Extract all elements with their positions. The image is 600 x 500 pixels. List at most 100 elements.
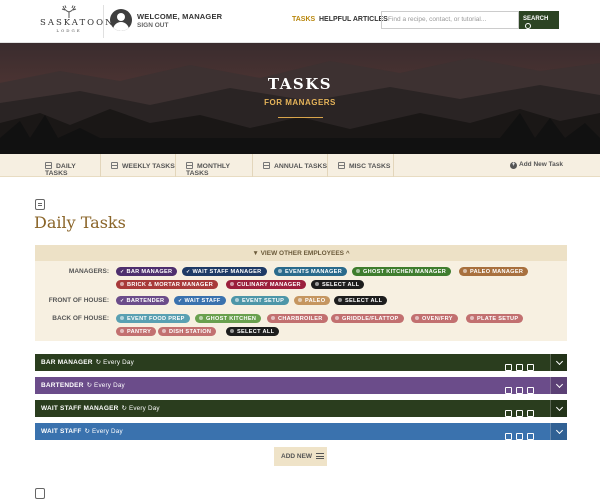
dot-icon: [230, 328, 234, 333]
edit-icon[interactable]: [527, 410, 534, 417]
tag-event-setup[interactable]: EVENT SETUP: [231, 296, 290, 305]
open-icon[interactable]: [505, 387, 512, 394]
tag-label: EVENT SETUP: [242, 297, 285, 304]
tag-label: CHARBROILER: [278, 315, 323, 322]
tag-label: WAIT STAFF: [184, 297, 221, 304]
print-icon[interactable]: [516, 387, 523, 394]
filter-toggle-label: VIEW OTHER EMPLOYEES: [260, 250, 345, 257]
hero-subtitle: FOR MANAGERS: [264, 98, 336, 107]
dot-icon: [278, 268, 282, 273]
tag-wait-staff-manager[interactable]: ✓ WAIT STAFF MANAGER: [182, 267, 267, 276]
filter-icon: ▼: [252, 250, 259, 257]
tag-griddle-flattop[interactable]: GRIDDLE/FLATTOP: [331, 314, 404, 323]
print-icon[interactable]: [516, 410, 523, 417]
tag-bar-manager[interactable]: ✓ BAR MANAGER: [116, 267, 178, 276]
print-icon[interactable]: [516, 433, 523, 440]
task-group-frequency: ↻ Every Day: [121, 405, 160, 412]
tag-ghost-kitchen[interactable]: GHOST KITCHEN: [195, 314, 262, 323]
sign-out-link[interactable]: SIGN OUT: [137, 22, 168, 29]
tag-brick-mortar-manager[interactable]: BRICK & MORTAR MANAGER: [116, 280, 219, 289]
task-group-title: BARTENDER ↻ Every Day: [41, 382, 125, 389]
hero-divider: [278, 117, 323, 118]
task-actions: [505, 427, 538, 445]
tag-ghost-kitchen-manager[interactable]: GHOST KITCHEN MANAGER: [352, 267, 452, 276]
dot-icon: [470, 315, 474, 320]
dot-icon: [120, 328, 124, 333]
tag-event-food-prep[interactable]: EVENT FOOD PREP: [116, 314, 190, 323]
tab-misc[interactable]: MISC TASKS: [328, 154, 394, 177]
tag-select-all-back[interactable]: SELECT ALL: [226, 327, 280, 336]
tab-monthly[interactable]: MONTHLY TASKS: [176, 154, 253, 177]
add-new-button[interactable]: ADD NEW: [274, 447, 327, 466]
tab-annual[interactable]: ANNUAL TASKS: [253, 154, 328, 177]
tag-select-all-front[interactable]: SELECT ALL: [334, 296, 388, 305]
task-group-title: BAR MANAGER ↻ Every Day: [41, 359, 134, 366]
tab-label: WEEKLY TASKS: [122, 163, 175, 170]
front-of-house-label: FRONT OF HOUSE:: [48, 297, 109, 304]
dot-icon: [120, 315, 124, 320]
tag-label: PALEO MANAGER: [470, 268, 524, 275]
tag-dish-station[interactable]: DISH STATION: [158, 327, 217, 336]
check-icon: ✓: [120, 297, 125, 304]
view-other-employees-toggle[interactable]: ▼ VIEW OTHER EMPLOYEES ^: [35, 245, 567, 261]
chevron-down-icon[interactable]: [550, 400, 567, 417]
edit-icon[interactable]: [527, 433, 534, 440]
dot-icon: [162, 328, 166, 333]
chevron-down-icon[interactable]: [550, 423, 567, 440]
tag-paleo[interactable]: PALEO: [294, 296, 331, 305]
calendar-icon: [35, 488, 45, 499]
chevron-down-icon[interactable]: [550, 354, 567, 371]
tab-weekly[interactable]: WEEKLY TASKS: [101, 154, 176, 177]
nav-tasks-link[interactable]: TASKS: [292, 16, 315, 23]
tab-daily[interactable]: DAILY TASKS: [35, 154, 101, 177]
calendar-icon: [35, 199, 45, 210]
tag-label: SELECT ALL: [237, 328, 275, 335]
open-icon[interactable]: [505, 410, 512, 417]
brand-sub: LODGE: [56, 28, 82, 33]
edit-icon[interactable]: [527, 387, 534, 394]
task-group-bartender[interactable]: BARTENDER ↻ Every Day: [35, 377, 567, 394]
task-group-name: BAR MANAGER: [41, 359, 93, 366]
tag-wait-staff[interactable]: ✓ WAIT STAFF: [174, 296, 226, 305]
tag-label: BAR MANAGER: [126, 268, 173, 275]
check-icon: ✓: [120, 268, 125, 275]
task-actions: [505, 404, 538, 422]
tag-bartender[interactable]: ✓ BARTENDER: [116, 296, 170, 305]
search-input[interactable]: Find a recipe, contact, or tutorial...: [381, 11, 519, 29]
task-group-name: WAIT STAFF MANAGER: [41, 405, 119, 412]
open-icon[interactable]: [505, 364, 512, 371]
task-group-wait-staff-manager[interactable]: WAIT STAFF MANAGER ↻ Every Day: [35, 400, 567, 417]
print-icon[interactable]: [516, 364, 523, 371]
avatar[interactable]: [110, 9, 132, 31]
open-icon[interactable]: [505, 433, 512, 440]
search-icon: [525, 23, 531, 29]
antler-icon: [61, 5, 77, 18]
task-group-bar-manager[interactable]: BAR MANAGER ↻ Every Day: [35, 354, 567, 371]
chevron-down-icon[interactable]: [550, 377, 567, 394]
task-group-name: BARTENDER: [41, 382, 84, 389]
task-group-wait-staff[interactable]: WAIT STAFF ↻ Every Day: [35, 423, 567, 440]
tag-label: EVENT FOOD PREP: [127, 315, 185, 322]
tag-plate-setup[interactable]: PLATE SETUP: [466, 314, 524, 323]
edit-icon[interactable]: [527, 364, 534, 371]
tag-label: GHOST KITCHEN: [206, 315, 257, 322]
tag-oven-fry[interactable]: OVEN/FRY: [411, 314, 458, 323]
calendar-icon: [338, 162, 345, 169]
add-task-button[interactable]: + Add New Task: [510, 161, 563, 169]
nav-articles-link[interactable]: HELPFUL ARTICLES: [319, 16, 388, 23]
tag-charbroiler[interactable]: CHARBROILER: [267, 314, 328, 323]
tag-culinary-manager[interactable]: CULINARY MANAGER: [226, 280, 306, 289]
dot-icon: [415, 315, 419, 320]
welcome-text: WELCOME, MANAGER: [137, 12, 223, 21]
search-button[interactable]: SEARCH: [519, 11, 559, 29]
logo[interactable]: SASKATOON LODGE: [40, 5, 115, 37]
frequency-label: Every Day: [103, 359, 134, 366]
tag-label: SELECT ALL: [322, 281, 360, 288]
tag-events-manager[interactable]: EVENTS MANAGER: [274, 267, 348, 276]
tag-select-all-managers[interactable]: SELECT ALL: [311, 280, 365, 289]
tag-paleo-manager[interactable]: PALEO MANAGER: [459, 267, 529, 276]
tag-pantry[interactable]: PANTRY: [116, 327, 157, 336]
brand-name: SASKATOON: [40, 18, 115, 28]
calendar-icon: [45, 162, 52, 169]
task-group-frequency: ↻ Every Day: [86, 382, 125, 389]
